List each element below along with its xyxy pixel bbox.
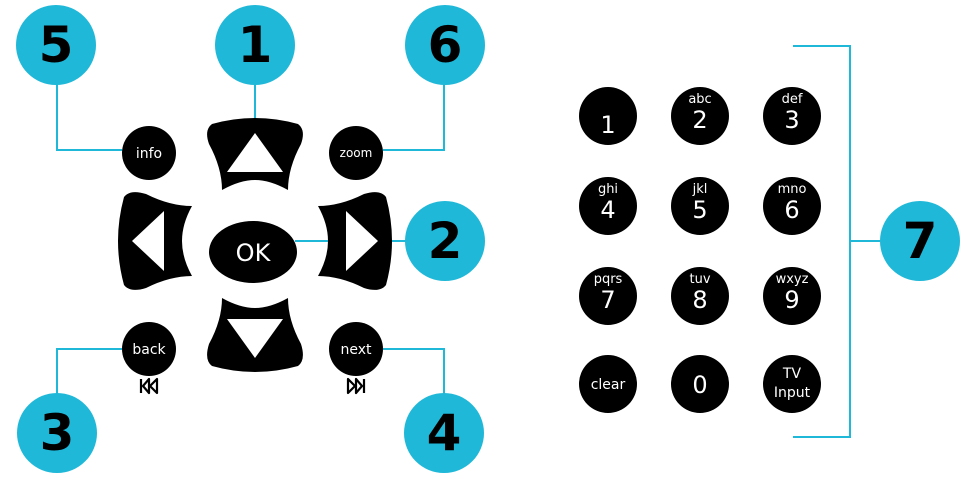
key-4-digit: 4: [600, 196, 615, 224]
callout-2-label: 2: [428, 212, 463, 270]
key-6-letters: mno: [778, 182, 807, 197]
callout-2: 2: [405, 201, 485, 281]
remote-control-diagram: 1 2 3 4 5 6 7 OK info zoom back next 1 a…: [16, 5, 960, 473]
callout-line-6: [383, 82, 445, 151]
key-5-letters: jkl: [692, 182, 708, 197]
key-3[interactable]: def 3: [763, 87, 821, 145]
key-1[interactable]: 1: [579, 87, 637, 145]
callout-1-label: 1: [238, 16, 273, 74]
skip-forward-icon: [346, 377, 366, 395]
key-7-digit: 7: [600, 286, 615, 314]
key-0-digit: 0: [692, 371, 707, 399]
key-2-letters: abc: [688, 92, 711, 107]
key-tv-label: TV: [782, 366, 802, 382]
callout-line-5: [56, 82, 122, 151]
callout-5-label: 5: [39, 16, 74, 74]
next-label: next: [340, 342, 372, 358]
key-6[interactable]: mno 6: [763, 177, 821, 235]
callout-7-label: 7: [903, 212, 938, 270]
key-6-digit: 6: [784, 196, 799, 224]
zoom-label: zoom: [340, 146, 373, 160]
callout-4: 4: [404, 393, 484, 473]
key-4[interactable]: ghi 4: [579, 177, 637, 235]
callout-line-3: [56, 348, 122, 400]
key-1-digit: 1: [600, 111, 615, 139]
callout-line-4: [383, 348, 445, 400]
key-2[interactable]: abc 2: [671, 87, 729, 145]
key-input-label: Input: [774, 385, 811, 401]
left-button[interactable]: [118, 192, 192, 290]
key-5[interactable]: jkl 5: [671, 177, 729, 235]
skip-back-icon: [139, 377, 159, 395]
key-2-digit: 2: [692, 106, 707, 134]
key-9[interactable]: wxyz 9: [763, 267, 821, 325]
key-9-digit: 9: [784, 286, 799, 314]
key-5-digit: 5: [692, 196, 707, 224]
back-button[interactable]: back: [122, 322, 176, 376]
up-button[interactable]: [207, 118, 303, 190]
ok-label: OK: [236, 239, 272, 267]
key-8-letters: tuv: [689, 272, 710, 287]
right-button[interactable]: [318, 192, 392, 290]
ok-button[interactable]: OK: [209, 221, 297, 283]
callout-6: 6: [405, 5, 485, 85]
key-3-digit: 3: [784, 106, 799, 134]
key-clear-label: clear: [591, 377, 626, 393]
key-clear[interactable]: clear: [579, 355, 637, 413]
zoom-button[interactable]: zoom: [329, 126, 383, 180]
key-8[interactable]: tuv 8: [671, 267, 729, 325]
callout-3: 3: [17, 393, 97, 473]
next-button[interactable]: next: [329, 322, 383, 376]
key-9-letters: wxyz: [776, 272, 809, 287]
callout-3-label: 3: [40, 404, 75, 462]
keypad: 1 abc 2 def 3 ghi 4 jkl 5 mno 6 pqrs 7 t…: [579, 87, 821, 413]
callout-5: 5: [16, 5, 96, 85]
down-button[interactable]: [207, 298, 303, 372]
key-4-letters: ghi: [598, 182, 618, 197]
callout-7: 7: [880, 201, 960, 281]
key-7[interactable]: pqrs 7: [579, 267, 637, 325]
key-8-digit: 8: [692, 286, 707, 314]
info-button[interactable]: info: [122, 126, 176, 180]
key-0[interactable]: 0: [671, 355, 729, 413]
key-tv-input[interactable]: TV Input: [763, 355, 821, 413]
back-label: back: [132, 342, 166, 358]
info-label: info: [136, 146, 162, 162]
key-7-letters: pqrs: [594, 272, 623, 287]
callout-1: 1: [215, 5, 295, 85]
callout-4-label: 4: [427, 404, 462, 462]
callout-6-label: 6: [428, 16, 463, 74]
key-3-letters: def: [782, 92, 803, 107]
dpad: OK info zoom back next: [118, 118, 392, 395]
